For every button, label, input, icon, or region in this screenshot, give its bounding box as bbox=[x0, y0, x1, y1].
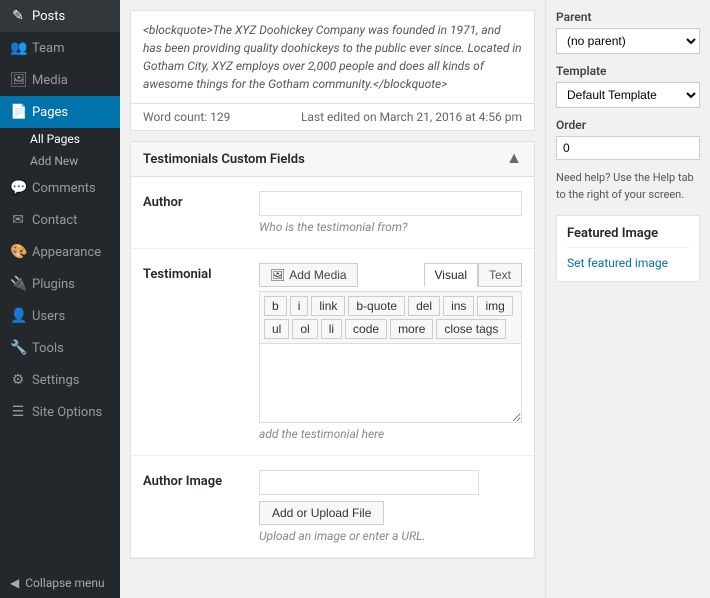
add-media-icon: 🖼 bbox=[270, 268, 285, 282]
custom-fields-title: Testimonials Custom Fields bbox=[143, 152, 305, 167]
posts-icon: ✎ bbox=[10, 8, 26, 24]
help-text: Need help? Use the Help tab to the right… bbox=[556, 170, 700, 203]
upload-file-button[interactable]: Add or Upload File bbox=[259, 501, 384, 525]
editor-btn-img[interactable]: img bbox=[477, 296, 512, 316]
collapse-icon: ◀ bbox=[10, 576, 19, 590]
author-field-row: Author Who is the testimonial from? bbox=[131, 177, 534, 249]
editor-btn-code[interactable]: code bbox=[345, 319, 387, 339]
editor-btn-ul[interactable]: ul bbox=[264, 319, 289, 339]
sidebar-sub-all-pages[interactable]: All Pages bbox=[0, 128, 120, 150]
editor-btn-link[interactable]: link bbox=[311, 296, 345, 316]
main-area: <blockquote>The XYZ Doohickey Company wa… bbox=[120, 0, 710, 598]
editor-btn-del[interactable]: del bbox=[408, 296, 440, 316]
team-icon: 👥 bbox=[10, 40, 26, 56]
editor-btn-b-quote[interactable]: b-quote bbox=[348, 296, 405, 316]
template-select[interactable]: Default Template bbox=[556, 82, 700, 108]
author-image-field-row: Author Image Add or Upload File Upload a… bbox=[131, 456, 534, 558]
blockquote-preview: <blockquote>The XYZ Doohickey Company wa… bbox=[130, 10, 535, 104]
word-count-bar: Word count: 129 Last edited on March 21,… bbox=[130, 104, 535, 131]
editor-btn-close-tags[interactable]: close tags bbox=[436, 319, 506, 339]
order-input[interactable] bbox=[556, 136, 700, 160]
editor-btn-ins[interactable]: ins bbox=[443, 296, 474, 316]
users-icon: 👤 bbox=[10, 308, 26, 324]
featured-image-title: Featured Image bbox=[567, 226, 689, 248]
author-input[interactable] bbox=[259, 191, 522, 216]
settings-icon: ⚙ bbox=[10, 372, 26, 388]
text-tab[interactable]: Text bbox=[478, 263, 522, 287]
tools-icon: 🔧 bbox=[10, 340, 26, 356]
custom-fields-header: Testimonials Custom Fields ▲ bbox=[131, 142, 534, 177]
content-area: <blockquote>The XYZ Doohickey Company wa… bbox=[120, 0, 545, 598]
sidebar-item-media[interactable]: 🖼 Media bbox=[0, 64, 120, 96]
testimonial-field-content: 🖼 Add Media Visual Text bilinkb-quotedel… bbox=[259, 263, 522, 441]
editor-btn-ol[interactable]: ol bbox=[292, 319, 317, 339]
sidebar-item-users[interactable]: 👤 Users bbox=[0, 300, 120, 332]
sidebar-item-appearance[interactable]: 🎨 Appearance bbox=[0, 236, 120, 268]
plugins-icon: 🔌 bbox=[10, 276, 26, 292]
author-image-field-content: Add or Upload File Upload an image or en… bbox=[259, 470, 522, 543]
contact-icon: ✉ bbox=[10, 212, 26, 228]
author-hint: Who is the testimonial from? bbox=[259, 220, 522, 234]
sidebar-item-tools[interactable]: 🔧 Tools bbox=[0, 332, 120, 364]
author-image-label: Author Image bbox=[143, 470, 243, 489]
pages-icon: 📄 bbox=[10, 104, 26, 120]
word-count: Word count: 129 bbox=[143, 110, 230, 124]
parent-label: Parent bbox=[556, 10, 700, 24]
testimonial-field-row: Testimonial 🖼 Add Media Visual Text bili… bbox=[131, 249, 534, 456]
custom-fields-toggle[interactable]: ▲ bbox=[506, 150, 522, 168]
set-featured-image-link[interactable]: Set featured image bbox=[567, 256, 668, 270]
editor-btn-i[interactable]: i bbox=[290, 296, 309, 316]
parent-select[interactable]: (no parent) bbox=[556, 28, 700, 54]
sidebar-item-pages[interactable]: 📄 Pages bbox=[0, 96, 120, 128]
visual-tab[interactable]: Visual bbox=[424, 263, 478, 287]
sidebar-item-settings[interactable]: ⚙ Settings bbox=[0, 364, 120, 396]
author-label: Author bbox=[143, 191, 243, 210]
sidebar-item-site-options[interactable]: ☰ Site Options bbox=[0, 396, 120, 428]
editor-btn-more[interactable]: more bbox=[390, 319, 433, 339]
upload-hint: Upload an image or enter a URL. bbox=[259, 529, 522, 543]
testimonial-hint: add the testimonial here bbox=[259, 427, 522, 441]
media-icon: 🖼 bbox=[10, 72, 26, 88]
right-sidebar: Parent (no parent) Template Default Temp… bbox=[545, 0, 710, 598]
sidebar-item-posts[interactable]: ✎ Posts bbox=[0, 0, 120, 32]
author-field-content: Who is the testimonial from? bbox=[259, 191, 522, 234]
collapse-menu[interactable]: ◀ Collapse menu bbox=[0, 568, 120, 598]
testimonial-label: Testimonial bbox=[143, 263, 243, 282]
sidebar: ✎ Posts 👥 Team 🖼 Media 📄 Pages All Pages… bbox=[0, 0, 120, 598]
editor-toolbar-top: 🖼 Add Media Visual Text bbox=[259, 263, 522, 287]
testimonial-editor[interactable] bbox=[259, 343, 522, 423]
add-media-button[interactable]: 🖼 Add Media bbox=[259, 263, 358, 287]
sidebar-item-team[interactable]: 👥 Team bbox=[0, 32, 120, 64]
appearance-icon: 🎨 bbox=[10, 244, 26, 260]
comments-icon: 💬 bbox=[10, 180, 26, 196]
order-label: Order bbox=[556, 118, 700, 132]
editor-btn-b[interactable]: b bbox=[264, 296, 287, 316]
site-options-icon: ☰ bbox=[10, 404, 26, 420]
last-edited: Last edited on March 21, 2016 at 4:56 pm bbox=[301, 110, 522, 124]
sidebar-item-plugins[interactable]: 🔌 Plugins bbox=[0, 268, 120, 300]
sidebar-item-comments[interactable]: 💬 Comments bbox=[0, 172, 120, 204]
editor-buttons: bilinkb-quotedelinsimg ulollicodemoreclos… bbox=[259, 291, 522, 343]
sidebar-item-contact[interactable]: ✉ Contact bbox=[0, 204, 120, 236]
featured-image-box: Featured Image Set featured image bbox=[556, 215, 700, 282]
sidebar-sub-add-new[interactable]: Add New bbox=[0, 150, 120, 172]
visual-text-tabs: Visual Text bbox=[424, 263, 522, 287]
template-label: Template bbox=[556, 64, 700, 78]
editor-btn-li[interactable]: li bbox=[321, 319, 342, 339]
author-image-input[interactable] bbox=[259, 470, 479, 495]
custom-fields-box: Testimonials Custom Fields ▲ Author Who … bbox=[130, 141, 535, 559]
